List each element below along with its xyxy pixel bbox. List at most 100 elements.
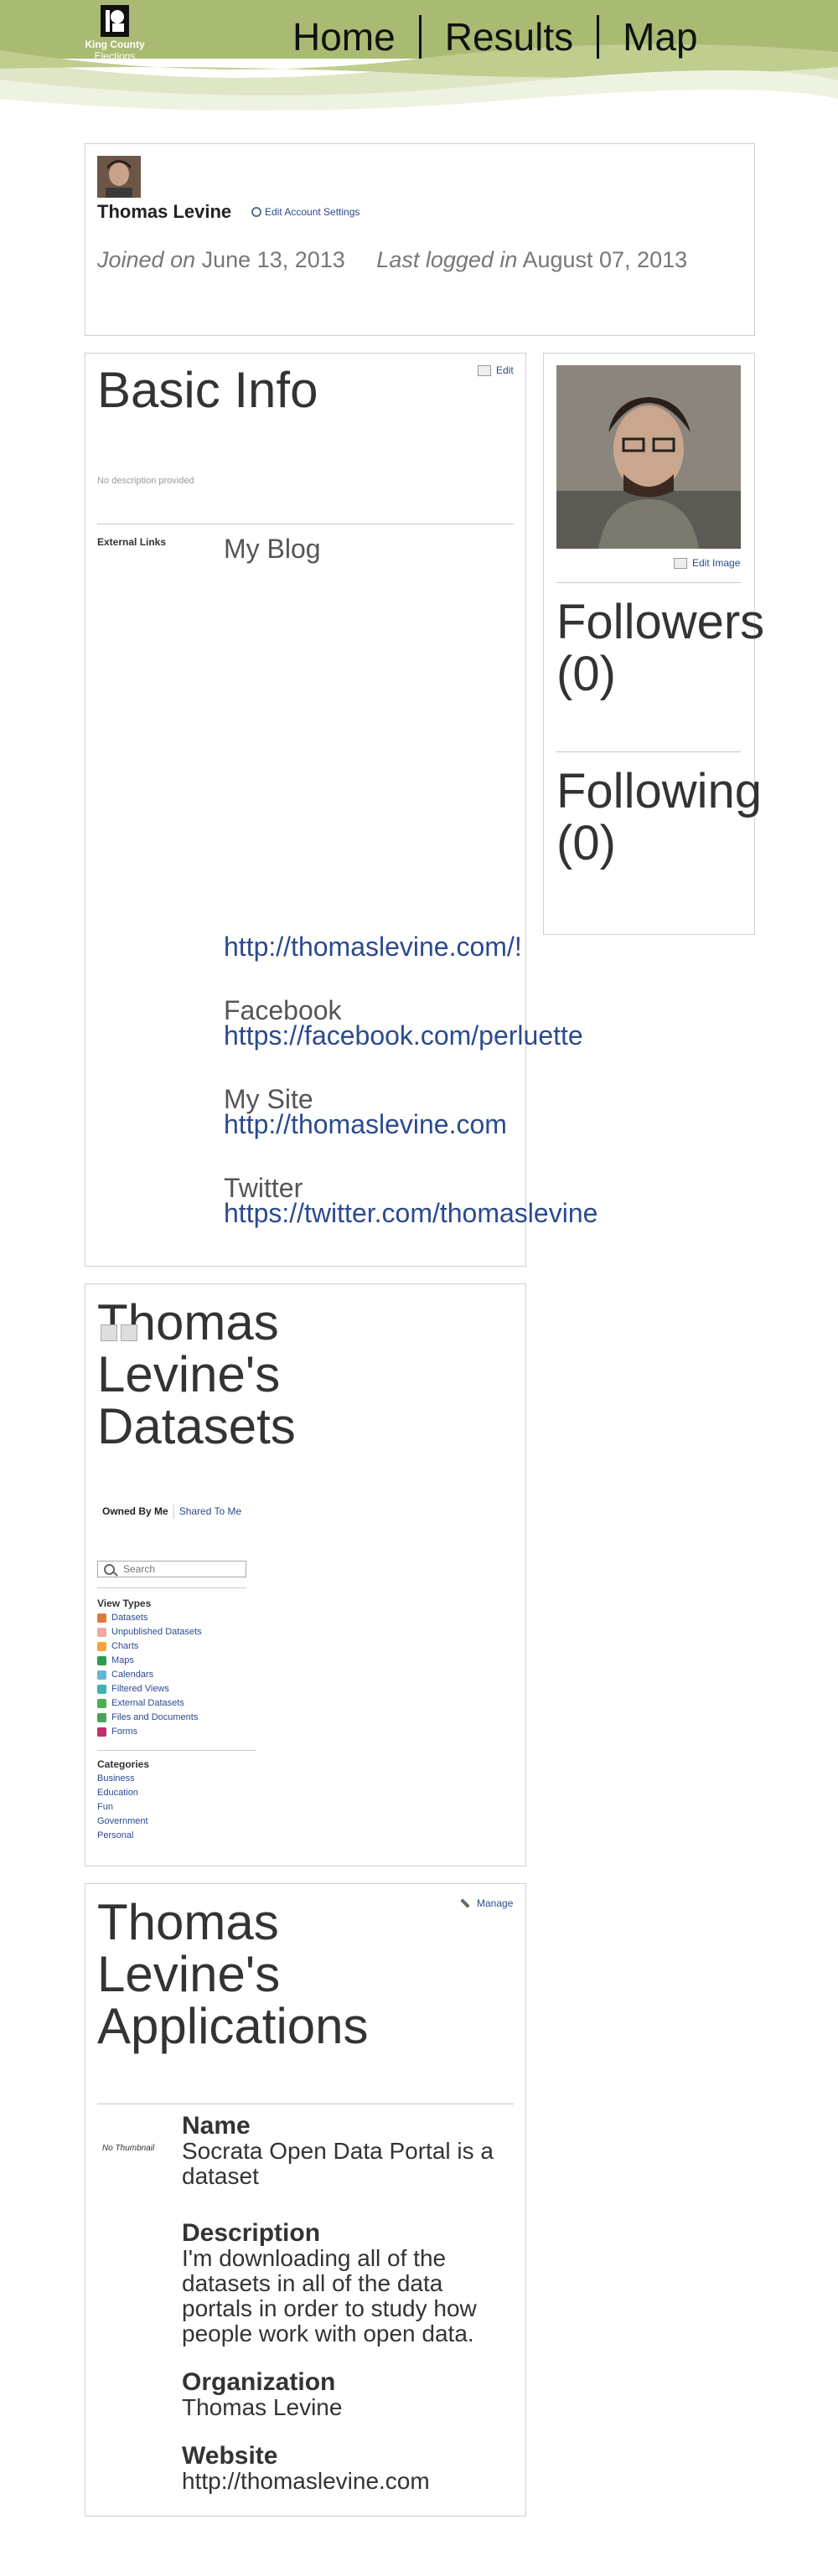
view-type-item[interactable]: Filtered Views [97, 1682, 202, 1696]
joined-label: Joined on [97, 247, 196, 272]
link-url-site[interactable]: http://thomaslevine.com [224, 1109, 507, 1140]
view-type-item[interactable]: Calendars [97, 1668, 202, 1682]
external-links-label: External Links [97, 536, 167, 548]
categories-list: Business Education Fun Government Person… [97, 1772, 148, 1843]
tab-owned-by-me[interactable]: Owned By Me [97, 1504, 174, 1519]
view-type-item[interactable]: Files and Documents [97, 1711, 202, 1725]
category-link[interactable]: Education [97, 1788, 138, 1798]
datasets-title-line3: Datasets [97, 1398, 296, 1454]
manage-apps-link[interactable]: Manage [460, 1897, 513, 1909]
profile-photo [556, 365, 741, 549]
joined-date: June 13, 2013 [201, 247, 345, 272]
basic-info-title: Basic Info [97, 362, 318, 418]
view-type-label[interactable]: Files and Documents [111, 1711, 198, 1725]
king-county-logo[interactable]: King County Elections [80, 5, 149, 62]
followers-count: (0) [556, 647, 616, 701]
following-count: (0) [556, 816, 616, 870]
datasets-title-line1: Thomas [97, 1294, 279, 1350]
view-type-item[interactable]: Datasets [97, 1611, 202, 1625]
view-type-label[interactable]: Calendars [111, 1668, 153, 1682]
grid-view-icon[interactable] [101, 1324, 117, 1341]
tab-shared-to-me[interactable]: Shared To Me [174, 1504, 247, 1519]
view-type-label[interactable]: Charts [111, 1639, 138, 1654]
edit-account-settings-label: Edit Account Settings [265, 206, 360, 218]
view-type-item[interactable]: Charts [97, 1639, 202, 1654]
chart-icon [97, 1642, 106, 1651]
main-nav: Home Results Map [287, 12, 703, 62]
view-toggle-icons [101, 1324, 141, 1341]
link-url-blog[interactable]: http://thomaslevine.com/! [224, 932, 522, 963]
app-organization-value: Thomas Levine [182, 2394, 343, 2420]
link-title-blog: My Blog [224, 534, 321, 564]
view-type-label[interactable]: Forms [111, 1725, 137, 1739]
edit-account-settings-link[interactable]: Edit Account Settings [251, 206, 360, 218]
last-logged-date: August 07, 2013 [522, 247, 688, 272]
apps-title-line3: Applications [97, 1998, 369, 2054]
map-icon [97, 1656, 106, 1665]
category-link[interactable]: Personal [97, 1830, 133, 1840]
followers-label: Followers [556, 595, 765, 649]
view-type-label[interactable]: Datasets [111, 1611, 147, 1625]
manage-label: Manage [477, 1897, 514, 1909]
edit-label: Edit [496, 364, 514, 376]
view-type-label[interactable]: Filtered Views [111, 1682, 169, 1696]
app-description-label: Description [182, 2219, 321, 2247]
view-type-item[interactable]: Unpublished Datasets [97, 1625, 202, 1639]
image-icon [674, 557, 687, 569]
calendar-icon [97, 1670, 106, 1680]
datasets-title-line2: Levine's [97, 1346, 281, 1402]
nav-divider [418, 15, 422, 59]
following-label: Following [556, 764, 762, 818]
logo-mark-icon [101, 5, 129, 37]
edit-image-label: Edit Image [692, 557, 741, 569]
applications-panel: Thomas Levine's Applications Manage No T… [85, 1883, 526, 2517]
description-text: No description provided [97, 476, 194, 486]
app-website-label: Website [182, 2442, 278, 2470]
view-type-item[interactable]: External Datasets [97, 1696, 202, 1711]
nav-map[interactable]: Map [618, 14, 702, 59]
edit-image-link[interactable]: Edit Image [674, 557, 740, 569]
file-icon [97, 1713, 106, 1722]
category-link[interactable]: Government [97, 1816, 148, 1826]
apps-title-line2: Levine's [97, 1946, 281, 2002]
view-types-heading: View Types [97, 1598, 152, 1609]
datasets-panel: Thomas Levine's Datasets Owned By Me Sha… [85, 1283, 526, 1866]
profile-name: Thomas Levine [97, 201, 232, 222]
dataset-icon [97, 1613, 106, 1623]
app-name-label: Name [182, 2112, 251, 2140]
gear-icon [251, 207, 261, 217]
profile-summary-panel: Thomas Levine Edit Account Settings Join… [85, 143, 755, 336]
edit-basic-info-link[interactable]: Edit [478, 364, 514, 376]
app-thumbnail-placeholder: No Thumbnail [102, 2144, 155, 2153]
membership-dates: Joined on June 13, 2013 Last logged in A… [97, 246, 734, 273]
nav-results[interactable]: Results [440, 14, 578, 59]
divider [97, 1750, 256, 1751]
filter-icon [97, 1685, 106, 1694]
link-url-facebook[interactable]: https://facebook.com/perluette [224, 1020, 583, 1051]
category-link[interactable]: Business [97, 1773, 135, 1784]
nav-home[interactable]: Home [287, 14, 401, 59]
divider [556, 751, 741, 752]
list-view-icon[interactable] [121, 1324, 137, 1341]
external-dataset-icon [97, 1699, 106, 1708]
view-type-label[interactable]: Maps [111, 1654, 134, 1668]
view-types-list: Datasets Unpublished Datasets Charts Map… [97, 1611, 202, 1739]
category-link[interactable]: Fun [97, 1802, 113, 1812]
nav-divider [597, 15, 600, 59]
logo-text-line2: Elections [94, 50, 136, 62]
app-website-link[interactable]: http://thomaslevine.com [182, 2469, 517, 2494]
form-icon [97, 1727, 106, 1737]
view-type-item[interactable]: Maps [97, 1654, 202, 1668]
search-icon [104, 1564, 115, 1575]
app-name-value: Socrata Open Data Portal is a dataset [182, 2138, 494, 2189]
divider [556, 582, 741, 583]
view-type-label[interactable]: Unpublished Datasets [111, 1625, 202, 1639]
view-type-label[interactable]: External Datasets [111, 1696, 184, 1711]
categories-heading: Categories [97, 1758, 150, 1770]
apps-title-line1: Thomas [97, 1894, 279, 1950]
avatar [97, 156, 141, 198]
search-input[interactable] [97, 1561, 246, 1577]
view-type-item[interactable]: Forms [97, 1725, 202, 1739]
last-logged-label: Last logged in [376, 247, 518, 272]
link-url-twitter[interactable]: https://twitter.com/thomaslevine [224, 1198, 597, 1229]
